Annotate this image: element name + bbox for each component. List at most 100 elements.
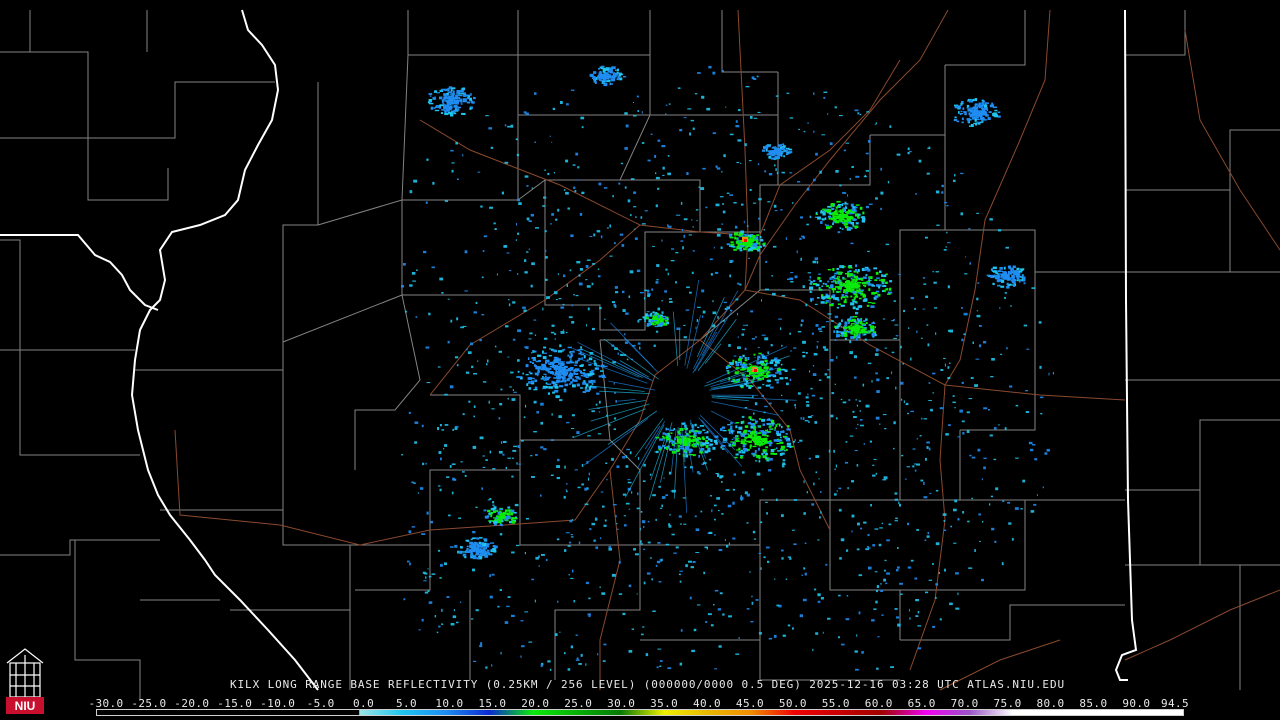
reflectivity-echo: [836, 325, 841, 328]
reflectivity-echo: [1032, 444, 1036, 446]
reflectivity-echo: [563, 495, 566, 499]
reflectivity-echo: [766, 546, 770, 549]
reflectivity-echo: [554, 633, 558, 636]
reflectivity-echo: [686, 172, 689, 175]
reflectivity-echo: [875, 416, 880, 420]
reflectivity-echo: [833, 330, 836, 333]
reflectivity-echo: [713, 246, 715, 249]
reflectivity-echo: [817, 593, 821, 597]
reflectivity-echo: [863, 320, 866, 322]
reflectivity-echo: [846, 280, 850, 282]
reflectivity-echo: [981, 578, 984, 582]
reflectivity-echo: [421, 619, 424, 622]
reflectivity-echo: [969, 125, 971, 127]
reflectivity-echo: [643, 581, 646, 585]
reflectivity-echo: [886, 572, 890, 575]
reflectivity-echo: [596, 230, 601, 233]
reflectivity-echo: [665, 543, 670, 546]
reflectivity-echo: [903, 309, 905, 313]
reflectivity-echo: [428, 601, 433, 604]
reflectivity-echo: [444, 444, 448, 447]
reflectivity-echo: [603, 524, 607, 527]
reflectivity-echo: [986, 274, 991, 277]
reflectivity-echo: [661, 145, 666, 148]
reflectivity-echo: [483, 509, 487, 512]
reflectivity-echo: [939, 618, 942, 621]
reflectivity-echo: [746, 493, 750, 497]
reflectivity-echo: [472, 568, 475, 572]
reflectivity-echo: [480, 546, 483, 548]
reflectivity-echo: [925, 591, 929, 594]
reflectivity-echo: [523, 416, 526, 419]
reflectivity-echo: [692, 226, 694, 228]
reflectivity-echo: [635, 216, 637, 218]
reflectivity-echo: [516, 544, 520, 547]
reflectivity-echo: [812, 373, 817, 376]
reflectivity-echo: [403, 598, 406, 601]
reflectivity-echo: [558, 298, 562, 300]
reflectivity-echo: [936, 224, 940, 226]
reflectivity-echo: [739, 245, 743, 247]
reflectivity-echo: [643, 297, 646, 300]
reflectivity-echo: [652, 494, 656, 497]
reflectivity-echo: [543, 373, 547, 375]
reflectivity-echo: [756, 75, 759, 78]
reflectivity-echo: [782, 462, 785, 465]
reflectivity-echo: [999, 280, 1001, 283]
reflectivity-echo: [560, 306, 565, 309]
reflectivity-echo: [656, 279, 659, 281]
reflectivity-echo: [859, 206, 863, 210]
reflectivity-echo: [856, 329, 860, 333]
reflectivity-echo: [749, 372, 752, 376]
reflectivity-echo: [858, 284, 861, 288]
reflectivity-echo: [861, 267, 865, 272]
reflectivity-echo: [752, 424, 756, 427]
reflectivity-echo: [650, 319, 654, 323]
reflectivity-echo: [458, 517, 462, 519]
reflectivity-echo: [641, 633, 644, 636]
reflectivity-echo: [956, 120, 960, 123]
reflectivity-echo: [732, 537, 736, 540]
reflectivity-echo: [999, 267, 1003, 270]
reflectivity-echo: [779, 423, 781, 427]
reflectivity-echo: [776, 498, 778, 501]
reflectivity-echo: [839, 211, 844, 214]
reflectivity-echo: [755, 460, 758, 462]
reflectivity-echo: [489, 553, 493, 556]
reflectivity-echo: [864, 174, 866, 177]
reflectivity-echo: [530, 213, 534, 217]
reflectivity-echo: [543, 346, 547, 349]
reflectivity-echo: [761, 243, 766, 245]
reflectivity-echo: [940, 369, 944, 371]
reflectivity-echo: [720, 246, 723, 249]
reflectivity-echo: [843, 328, 846, 332]
reflectivity-echo: [882, 479, 887, 481]
reflectivity-echo: [698, 186, 700, 188]
reflectivity-echo: [850, 222, 854, 225]
reflectivity-echo: [477, 171, 481, 173]
reflectivity-echo: [783, 155, 785, 158]
reflectivity-echo: [734, 236, 736, 239]
reflectivity-echo: [843, 284, 847, 286]
reflectivity-echo: [655, 312, 657, 314]
reflectivity-echo: [735, 125, 740, 128]
reflectivity-echo: [602, 67, 607, 71]
reflectivity-echo: [854, 109, 859, 112]
reflectivity-echo: [592, 327, 595, 331]
reflectivity-echo: [999, 307, 1001, 310]
reflectivity-echo: [653, 344, 656, 347]
reflectivity-echo: [812, 279, 816, 283]
reflectivity-echo: [908, 327, 910, 329]
reflectivity-echo: [809, 283, 813, 285]
reflectivity-echo: [961, 307, 963, 309]
reflectivity-echo: [1018, 270, 1023, 273]
reflectivity-echo: [570, 89, 575, 91]
reflectivity-echo: [856, 464, 859, 467]
reflectivity-echo: [654, 317, 657, 320]
reflectivity-echo: [1004, 296, 1006, 299]
reflectivity-echo: [486, 543, 490, 546]
reflectivity-echo: [845, 142, 850, 144]
reflectivity-echo: [598, 68, 601, 70]
reflectivity-echo: [974, 98, 978, 102]
reflectivity-echo: [622, 76, 627, 78]
